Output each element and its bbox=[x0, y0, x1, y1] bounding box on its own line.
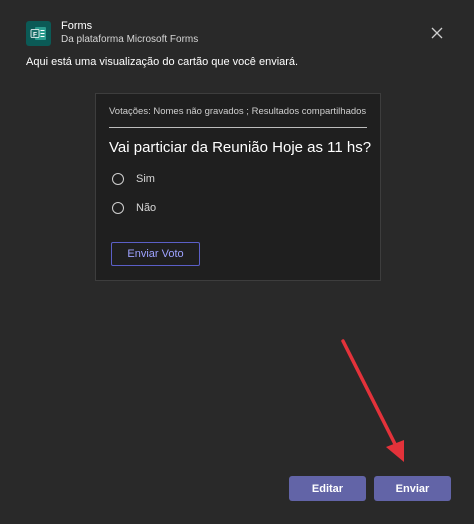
option-label: Não bbox=[136, 202, 157, 214]
forms-icon: F bbox=[26, 21, 51, 46]
poll-meta: Votações: Nomes não gravados ; Resultado… bbox=[109, 106, 367, 117]
dialog: F Forms Da plataforma Microsoft Forms Aq… bbox=[0, 0, 474, 524]
edit-button[interactable]: Editar bbox=[289, 476, 366, 501]
option-sim[interactable]: Sim bbox=[112, 173, 155, 185]
option-label: Sim bbox=[136, 173, 155, 185]
send-button[interactable]: Enviar bbox=[374, 476, 451, 501]
poll-card: Votações: Nomes não gravados ; Resultado… bbox=[95, 93, 381, 281]
app-name: Forms bbox=[61, 20, 93, 32]
svg-text:F: F bbox=[33, 31, 37, 38]
app-subtitle: Da plataforma Microsoft Forms bbox=[61, 34, 199, 45]
close-icon bbox=[431, 27, 443, 39]
preview-caption: Aqui está uma visualização do cartão que… bbox=[26, 56, 299, 68]
option-nao[interactable]: Não bbox=[112, 202, 156, 214]
submit-vote-button[interactable]: Enviar Voto bbox=[111, 242, 200, 266]
divider bbox=[109, 127, 367, 128]
radio-button[interactable] bbox=[112, 173, 124, 185]
poll-question: Vai particiar da Reunião Hoje as 11 hs? bbox=[109, 139, 372, 156]
radio-button[interactable] bbox=[112, 202, 124, 214]
close-button[interactable] bbox=[428, 24, 446, 42]
